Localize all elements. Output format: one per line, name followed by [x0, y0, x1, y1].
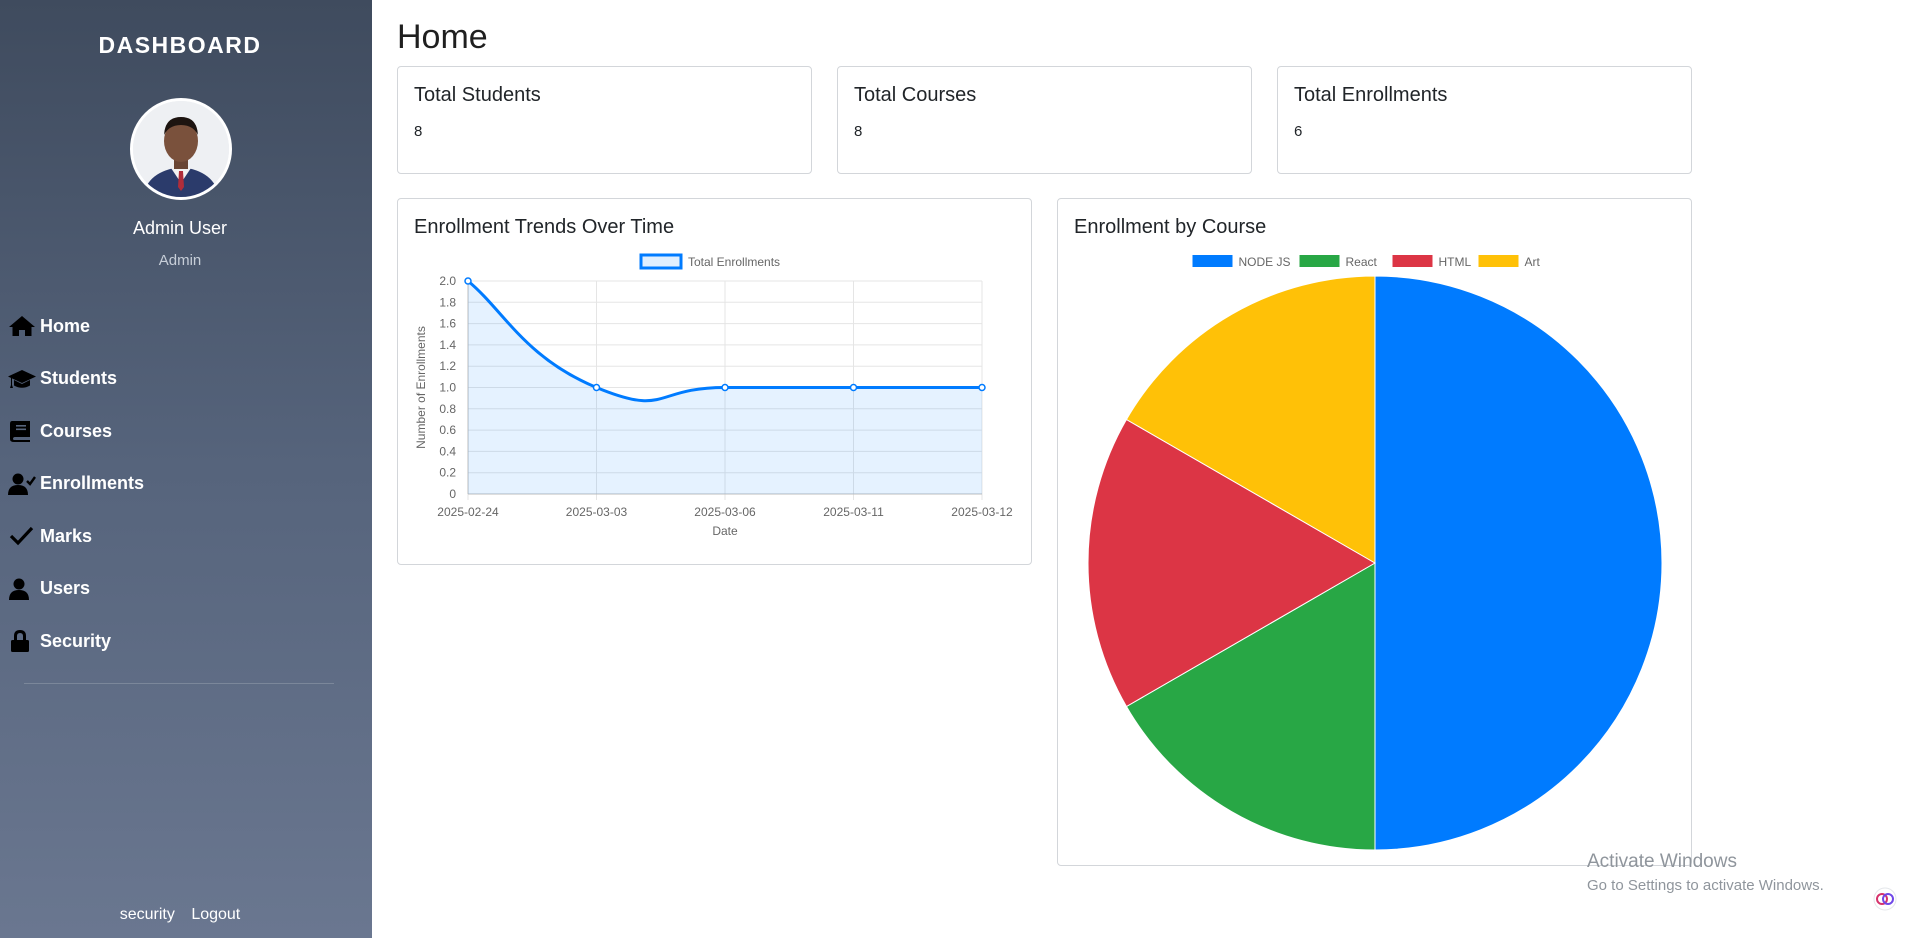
sidebar: DASHBOARD Admin User Admin Home Students…: [0, 0, 372, 938]
sidebar-footer: security Logout: [0, 906, 360, 924]
sidebar-item-marks[interactable]: Marks: [0, 510, 372, 563]
data-point: [464, 277, 472, 285]
assistant-icon[interactable]: [1873, 887, 1897, 911]
stat-value: 6: [1294, 123, 1303, 140]
pie-chart: NODE JS React HTML Art: [1087, 255, 1663, 851]
legend-label: HTML: [1439, 255, 1472, 269]
sidebar-item-label: Courses: [40, 420, 113, 441]
legend-swatch: [639, 253, 683, 270]
stat-value: 8: [414, 123, 423, 140]
user-check-icon: [8, 473, 36, 495]
pie-chart-title: Enrollment by Course: [1074, 216, 1267, 238]
sidebar-item-label: Users: [40, 578, 91, 599]
stat-card-enrollments: Total Enrollments 6: [1277, 66, 1692, 174]
x-tick-label: 2025-03-11: [823, 505, 884, 519]
sidebar-divider: [24, 683, 334, 684]
security-link[interactable]: security: [120, 906, 175, 923]
sidebar-item-security[interactable]: Security: [0, 615, 372, 668]
sidebar-item-home[interactable]: Home: [0, 300, 372, 353]
y-tick-label: 1.4: [439, 338, 456, 352]
y-tick-label: 0.2: [439, 466, 456, 480]
main-content: Home Total Students 8 Total Courses 8 To…: [372, 0, 1907, 938]
sidebar-item-label: Marks: [40, 525, 93, 546]
activation-subtitle: Go to Settings to activate Windows.: [1587, 877, 1824, 894]
x-tick-label: 2025-02-24: [437, 505, 499, 519]
sidebar-item-users[interactable]: Users: [0, 563, 372, 616]
x-tick-label: 2025-03-03: [566, 505, 628, 519]
y-tick-label: 0.6: [439, 423, 456, 437]
pie-legend: NODE JS React HTML Art: [1192, 255, 1541, 269]
data-point: [721, 383, 729, 392]
user-icon: [9, 578, 29, 600]
line-legend: Total Enrollments: [639, 253, 780, 270]
stat-value: 8: [854, 123, 863, 140]
line-chart: Total Enrollments 0 0.2 0.4 0.6 0.8 1.0 1.2 1.4 1…: [414, 253, 1013, 538]
y-tick-label: 1.6: [439, 317, 456, 331]
sidebar-nav: Home Students Courses Enrollments Marks …: [0, 300, 372, 668]
x-tick-label: 2025-03-06: [694, 505, 756, 519]
stat-title: Total Students: [414, 84, 541, 106]
activation-title: Activate Windows: [1587, 851, 1737, 872]
windows-activation-watermark: Activate Windows Go to Settings to activ…: [1587, 851, 1824, 894]
data-point: [978, 383, 986, 392]
assistant-glyph: [1873, 887, 1897, 911]
y-tick-label: 1.0: [439, 381, 456, 395]
sidebar-item-students[interactable]: Students: [0, 353, 372, 406]
legend-label: React: [1346, 255, 1378, 269]
y-tick-label: 1.8: [439, 295, 456, 309]
pie-slice-node-js: [1374, 275, 1663, 851]
sidebar-item-label: Home: [40, 315, 91, 336]
legend-label: Total Enrollments: [688, 255, 780, 269]
x-axis-title: Date: [712, 524, 738, 538]
data-point: [849, 383, 858, 392]
stat-title: Total Enrollments: [1294, 84, 1448, 106]
book-icon: [10, 421, 30, 443]
y-tick-label: 0.8: [439, 402, 456, 416]
pie-chart-card: Enrollment by Course NODE JS React HTML Art: [1057, 198, 1692, 866]
check-icon: [9, 527, 34, 546]
legend-swatch: [1478, 255, 1519, 267]
line-chart-card: Enrollment Trends Over Time Total Enroll…: [397, 198, 1032, 565]
sidebar-item-label: Security: [40, 630, 112, 651]
y-axis-title: Number of Enrollments: [414, 326, 428, 449]
y-tick-label: 0: [449, 487, 456, 501]
legend-swatch: [1392, 255, 1433, 267]
legend-label: NODE JS: [1239, 255, 1291, 269]
x-tick-label: 2025-03-12: [951, 505, 1013, 519]
sidebar-item-enrollments[interactable]: Enrollments: [0, 458, 372, 511]
logout-link[interactable]: Logout: [191, 906, 240, 923]
data-point: [592, 383, 601, 392]
stat-title: Total Courses: [854, 84, 977, 106]
line-chart-title: Enrollment Trends Over Time: [414, 216, 675, 238]
sidebar-item-label: Students: [40, 368, 118, 389]
sidebar-item-label: Enrollments: [40, 473, 145, 494]
avatar: [130, 98, 232, 200]
stat-card-courses: Total Courses 8: [837, 66, 1252, 174]
avatar-image: [133, 101, 229, 197]
y-tick-label: 1.2: [439, 359, 456, 373]
y-tick-label: 0.4: [439, 444, 456, 458]
legend-swatch: [1192, 255, 1233, 267]
home-icon: [9, 316, 35, 337]
page-title: Home: [397, 18, 488, 56]
lock-icon: [11, 630, 29, 653]
legend-label: Art: [1525, 255, 1541, 269]
graduation-cap-icon: [8, 369, 36, 388]
sidebar-brand: DASHBOARD: [98, 32, 262, 58]
user-name: Admin User: [132, 218, 228, 238]
sidebar-item-courses[interactable]: Courses: [0, 405, 372, 458]
legend-swatch: [1299, 255, 1340, 267]
user-role: Admin: [158, 252, 202, 269]
y-tick-label: 2.0: [439, 274, 456, 288]
stat-card-students: Total Students 8: [397, 66, 812, 174]
